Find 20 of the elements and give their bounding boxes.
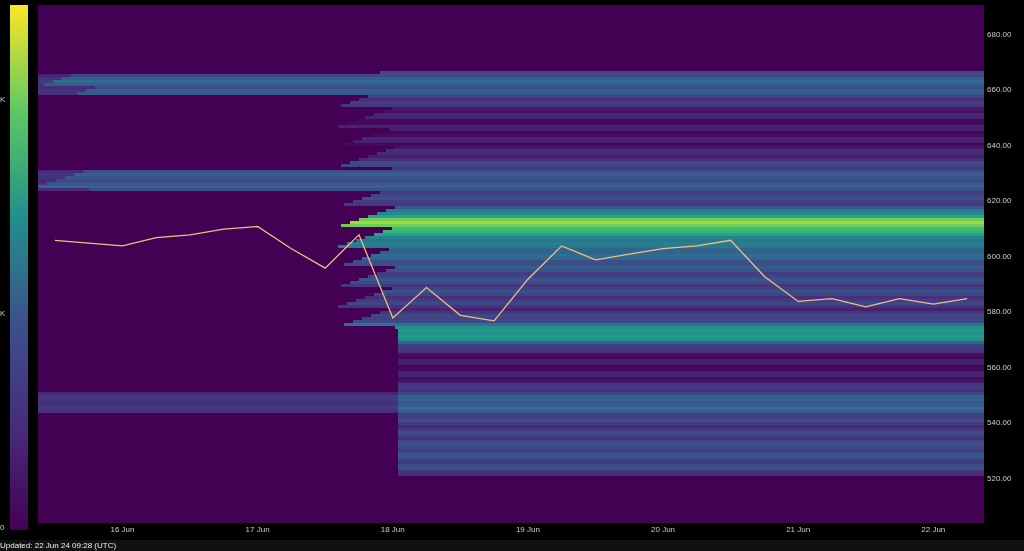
scale-label: K	[0, 309, 6, 319]
x-axis-label: 17 Jun	[245, 525, 270, 535]
x-axis-label: 22 Jun	[921, 525, 946, 535]
x-axis-label: 21 Jun	[786, 525, 811, 535]
scale-label: K	[0, 95, 6, 105]
y-axis-label: 520.00	[987, 474, 1012, 484]
y-axis-label: 680.00	[987, 30, 1012, 40]
y-axis-label: 600.00	[987, 252, 1012, 262]
scale-label: 0	[0, 523, 5, 533]
x-axis-label: 20 Jun	[651, 525, 676, 535]
y-axis-label: 540.00	[987, 418, 1012, 429]
x-axis-label: 16 Jun	[110, 525, 135, 535]
updated-timestamp: Updated: 22 Jun 24 09:28 (UTC)	[0, 540, 117, 551]
y-axis-label: 640.00	[987, 141, 1012, 151]
y-axis-label: 580.00	[987, 307, 1012, 318]
y-axis-label: 620.00	[987, 196, 1012, 207]
y-axis-label: 560.00	[987, 363, 1012, 373]
x-axis-label: 18 Jun	[380, 525, 405, 535]
y-axis-label: 660.00	[987, 85, 1012, 96]
x-axis-label: 19 Jun	[515, 525, 540, 535]
